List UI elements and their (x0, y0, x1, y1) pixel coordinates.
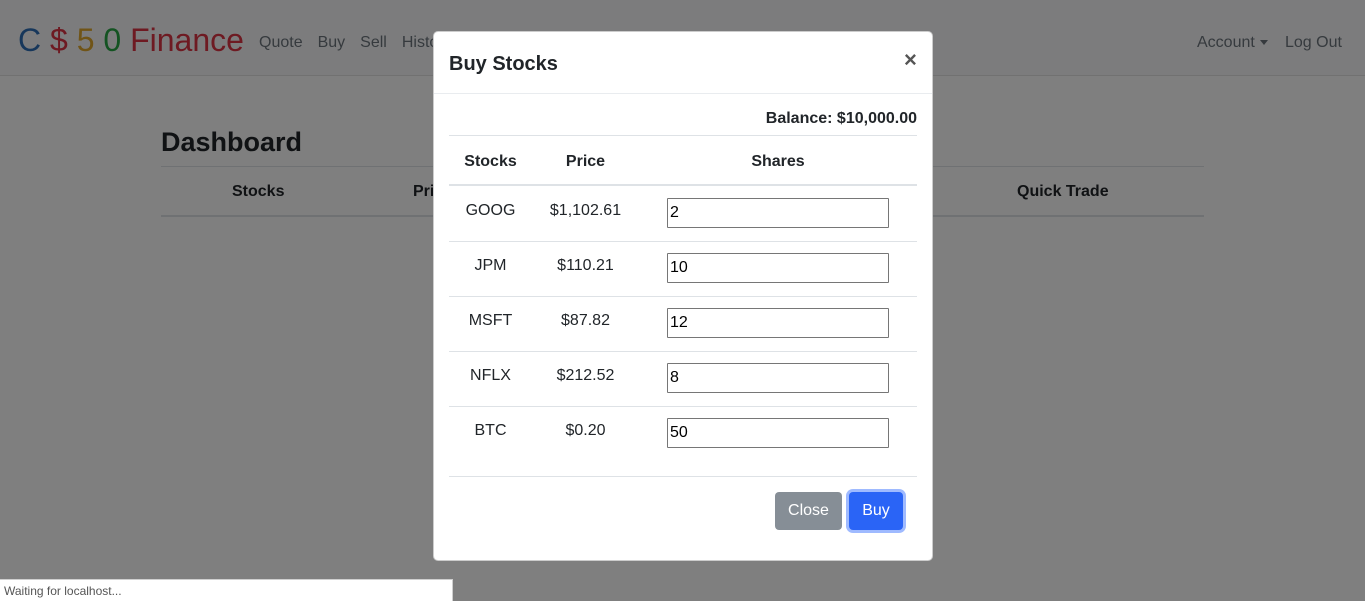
shares-input[interactable] (667, 418, 889, 448)
stock-symbol: MSFT (468, 312, 513, 329)
modal-header: Buy Stocks × (434, 32, 932, 94)
close-icon[interactable]: × (904, 48, 917, 72)
stock-price: $110.21 (557, 257, 614, 274)
balance-text: Balance: $10,000.00 (765, 110, 917, 127)
col-header-price: Price (565, 153, 606, 170)
stock-price: $0.20 (565, 422, 606, 439)
table-row: GOOG $1,102.61 (449, 186, 917, 242)
modal-title: Buy Stocks (449, 53, 558, 75)
browser-status-bar: Waiting for localhost... (0, 579, 453, 601)
shares-input[interactable] (667, 363, 889, 393)
stock-symbol: JPM (474, 257, 507, 274)
col-header-shares: Shares (751, 153, 805, 170)
stock-symbol: BTC (474, 422, 507, 439)
buy-button[interactable]: Buy (849, 492, 903, 530)
divider (449, 135, 917, 136)
shares-input[interactable] (667, 253, 889, 283)
shares-input[interactable] (667, 308, 889, 338)
stock-symbol: NFLX (470, 367, 511, 384)
table-row: MSFT $87.82 (449, 296, 917, 352)
stock-price: $212.52 (556, 367, 615, 384)
table-row: JPM $110.21 (449, 241, 917, 297)
close-button[interactable]: Close (775, 492, 842, 530)
table-row: NFLX $212.52 (449, 351, 917, 407)
table-row: BTC $0.20 (449, 406, 917, 461)
stock-symbol: GOOG (465, 202, 516, 219)
stock-price: $1,102.61 (549, 202, 622, 219)
stock-price: $87.82 (561, 312, 610, 329)
col-header-stocks: Stocks (464, 153, 517, 170)
divider (449, 476, 917, 477)
shares-input[interactable] (667, 198, 889, 228)
buy-stocks-modal: Buy Stocks × Balance: $10,000.00 Stocks … (433, 31, 933, 561)
